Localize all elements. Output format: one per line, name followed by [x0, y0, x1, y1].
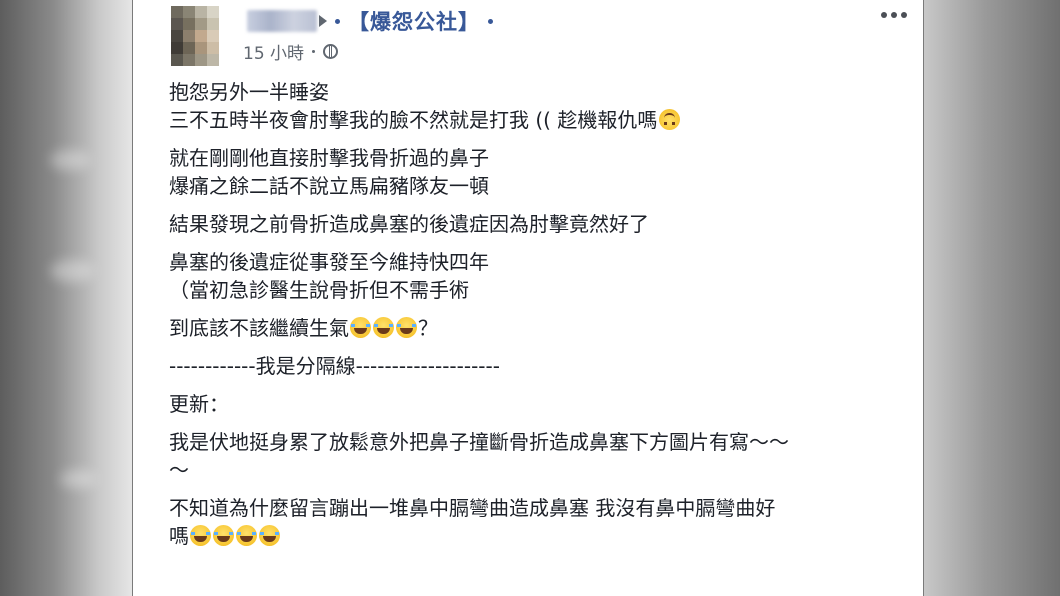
- post-text: 不知道為什麼留言蹦出一堆鼻中膈彎曲造成鼻塞 我沒有鼻中膈彎曲好: [169, 496, 776, 520]
- avatar-pixel: [195, 30, 207, 42]
- avatar-pixel: [207, 42, 219, 54]
- post-line: ～: [169, 458, 189, 482]
- separator-dot: [312, 49, 316, 53]
- post-line: 到底該不該繼續生氣 ？: [169, 316, 438, 340]
- post-paragraph: 結果發現之前骨折造成鼻塞的後遺症因為肘擊竟然好了: [169, 210, 909, 238]
- post-text: 嗎: [169, 524, 189, 548]
- post-text: ～: [169, 458, 189, 482]
- avatar[interactable]: [171, 6, 219, 66]
- post-text: 結果發現之前骨折造成鼻塞的後遺症因為肘擊竟然好了: [169, 212, 649, 236]
- avatar-pixel: [183, 18, 195, 30]
- more-dots-icon: [901, 12, 907, 18]
- avatar-pixel: [171, 18, 183, 30]
- post-line: ------------我是分隔線--------------------: [169, 354, 500, 378]
- post-line: 結果發現之前骨折造成鼻塞的後遺症因為肘擊竟然好了: [169, 212, 649, 236]
- author-name-blurred[interactable]: [247, 10, 317, 32]
- post-paragraph: 鼻塞的後遺症從事發至今維持快四年 （當初急診醫生說骨折但不需手術: [169, 248, 909, 304]
- post-line: 就在剛剛他直接肘擊我骨折過的鼻子: [169, 146, 489, 170]
- upside-down-face-emoji-icon: [659, 109, 681, 130]
- dot-icon: [488, 18, 493, 24]
- avatar-pixel: [195, 54, 207, 66]
- post-text: 三不五時半夜會肘擊我的臉不然就是打我 (( 趁機報仇嗎: [169, 108, 658, 132]
- post-line: 我是伏地挺身累了放鬆意外把鼻子撞斷骨折造成鼻塞下方圖片有寫～～: [169, 430, 789, 454]
- dot-icon: [335, 18, 340, 24]
- more-dots-icon: [891, 12, 897, 18]
- group-name-link[interactable]: 【爆怨公社】: [348, 6, 480, 36]
- post-paragraph: 抱怨另外一半睡姿三不五時半夜會肘擊我的臉不然就是打我 (( 趁機報仇嗎: [169, 78, 909, 134]
- tears-of-joy-emoji-icon: [259, 525, 280, 546]
- post-timestamp[interactable]: 15 小時: [243, 39, 304, 64]
- avatar-pixel: [207, 54, 219, 66]
- post-paragraph: 不知道為什麼留言蹦出一堆鼻中膈彎曲造成鼻塞 我沒有鼻中膈彎曲好嗎: [169, 494, 909, 550]
- avatar-pixel: [207, 18, 219, 30]
- tears-of-joy-emoji-icon: [373, 317, 394, 338]
- post-line: （當初急診醫生說骨折但不需手術: [169, 278, 469, 302]
- arrow-right-icon: [319, 15, 327, 27]
- post-text: 到底該不該繼續生氣: [169, 316, 349, 340]
- avatar-pixel: [195, 18, 207, 30]
- post-text: 更新：: [169, 392, 229, 416]
- avatar-pixel: [207, 30, 219, 42]
- tears-of-joy-emoji-icon: [350, 317, 371, 338]
- post-body: 抱怨另外一半睡姿 三不五時半夜會肘擊我的臉不然就是打我 (( 趁機報仇嗎 就在剛剛他…: [169, 78, 909, 560]
- tears-of-joy-emoji-icon: [236, 525, 257, 546]
- avatar-pixel: [171, 6, 183, 18]
- avatar-pixel: [183, 6, 195, 18]
- tears-of-joy-emoji-icon: [213, 525, 234, 546]
- avatar-pixel: [183, 30, 195, 42]
- avatar-pixel: [183, 54, 195, 66]
- tears-of-joy-emoji-icon: [190, 525, 211, 546]
- post-line: 爆痛之餘二話不說立馬扁豬隊友一頓: [169, 174, 489, 198]
- post-header: 【爆怨公社】: [319, 8, 493, 34]
- avatar-pixel: [207, 6, 219, 18]
- post-text-suffix: ？: [418, 316, 438, 340]
- avatar-pixel: [171, 30, 183, 42]
- globe-icon[interactable]: [323, 43, 339, 59]
- post-text: 就在剛剛他直接肘擊我骨折過的鼻子: [169, 146, 489, 170]
- avatar-pixel: [195, 6, 207, 18]
- post-line: 不知道為什麼留言蹦出一堆鼻中膈彎曲造成鼻塞 我沒有鼻中膈彎曲好: [169, 496, 775, 520]
- post-card: 【爆怨公社】 15 小時 抱怨另外一半睡姿三不五時半夜會肘擊我的臉不然就是打我 …: [133, 0, 923, 596]
- post-line: 更新：: [169, 392, 229, 416]
- post-paragraph: 更新：: [169, 390, 909, 418]
- avatar-pixel: [171, 54, 183, 66]
- post-text: ------------我是分隔線--------------------: [169, 354, 500, 378]
- post-text: 爆痛之餘二話不說立馬扁豬隊友一頓: [169, 174, 489, 198]
- post-text: 我是伏地挺身累了放鬆意外把鼻子撞斷骨折造成鼻塞下方圖片有寫～～: [169, 430, 789, 454]
- more-options-button[interactable]: [881, 12, 907, 18]
- avatar-pixel: [183, 42, 195, 54]
- post-text: 鼻塞的後遺症從事發至今維持快四年: [169, 250, 489, 274]
- post-paragraph: 到底該不該繼續生氣 ？: [169, 314, 909, 342]
- post-text: 抱怨另外一半睡姿: [169, 80, 329, 104]
- post-paragraph: ------------我是分隔線--------------------: [169, 352, 909, 380]
- more-dots-icon: [881, 12, 887, 18]
- post-line: 嗎: [169, 524, 281, 548]
- background-left: [0, 0, 132, 596]
- avatar-pixel: [195, 42, 207, 54]
- post-paragraph: 就在剛剛他直接肘擊我骨折過的鼻子 爆痛之餘二話不說立馬扁豬隊友一頓: [169, 144, 909, 200]
- tears-of-joy-emoji-icon: [396, 317, 417, 338]
- background-right: [924, 0, 1060, 596]
- post-text: （當初急診醫生說骨折但不需手術: [169, 278, 469, 302]
- post-line: 三不五時半夜會肘擊我的臉不然就是打我 (( 趁機報仇嗎: [169, 108, 681, 132]
- avatar-pixel: [171, 42, 183, 54]
- post-paragraph: 我是伏地挺身累了放鬆意外把鼻子撞斷骨折造成鼻塞下方圖片有寫～～ ～: [169, 428, 909, 484]
- post-line: 抱怨另外一半睡姿: [169, 80, 329, 104]
- post-meta: 15 小時: [243, 39, 339, 64]
- post-line: 鼻塞的後遺症從事發至今維持快四年: [169, 250, 489, 274]
